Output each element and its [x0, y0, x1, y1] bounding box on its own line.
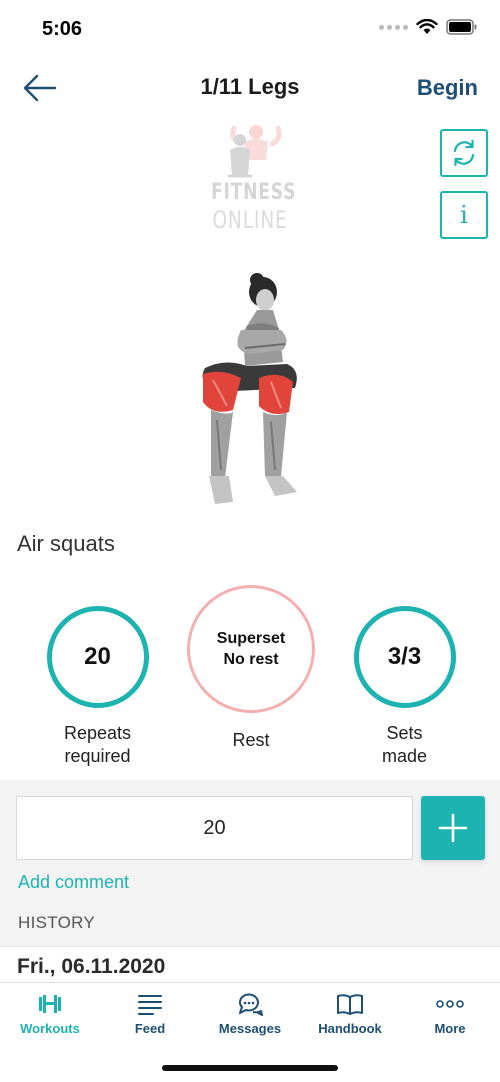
rest-label: Rest — [232, 730, 270, 750]
fitness-online-logo: FITNESS ONLINE — [200, 120, 300, 240]
signal-icon — [379, 24, 408, 30]
rest-value-line1: Superset — [216, 630, 286, 647]
refresh-icon — [453, 139, 475, 167]
status-bar: 5:06 — [0, 0, 500, 60]
repeats-label: Repeats required — [63, 723, 132, 766]
tab-handbook[interactable]: Handbook — [300, 991, 400, 1036]
sets-circle: 3/3 — [353, 606, 456, 708]
exercise-name: Air squats — [17, 531, 115, 556]
rest-value-line2: No rest — [223, 651, 279, 668]
status-icons — [379, 19, 478, 35]
feed-lines-icon — [138, 995, 162, 1015]
nav-header: 1/11 Legs Begin — [0, 60, 500, 116]
chat-bubbles-icon — [238, 993, 263, 1016]
reps-input[interactable] — [16, 796, 413, 860]
repeats-circle: 20 — [46, 606, 149, 708]
replace-exercise-button[interactable] — [440, 129, 488, 177]
tab-feed[interactable]: Feed — [100, 991, 200, 1036]
rest-stat: Superset No rest Rest — [186, 585, 316, 752]
history-date: Fri., 06.11.2020 — [17, 955, 166, 978]
status-time: 5:06 — [42, 18, 83, 40]
tab-workouts[interactable]: Workouts — [0, 991, 100, 1036]
tab-messages[interactable]: Messages — [200, 991, 300, 1036]
info-icon: i — [460, 201, 468, 229]
sets-value: 3/3 — [387, 643, 422, 670]
info-button[interactable]: i — [440, 191, 488, 239]
tab-more[interactable]: More — [400, 991, 500, 1036]
battery-icon — [446, 19, 477, 35]
wifi-icon — [416, 19, 438, 34]
repeats-value: 20 — [84, 643, 111, 670]
dumbbell-icon — [39, 995, 61, 1013]
begin-button[interactable]: Begin — [417, 75, 478, 101]
add-set-button[interactable] — [421, 796, 485, 860]
exercise-illustration — [202, 273, 297, 504]
sets-stat: 3/3 Sets made — [342, 606, 467, 768]
history-row[interactable]: Fri., 06.11.2020 — [0, 946, 500, 986]
add-comment-link[interactable]: Add comment — [18, 872, 129, 893]
sets-label: Sets made — [381, 723, 428, 766]
more-dots-icon — [436, 1000, 464, 1008]
repeats-stat: 20 Repeats required — [35, 606, 160, 768]
book-icon — [337, 994, 363, 1015]
home-indicator[interactable] — [162, 1065, 338, 1071]
plus-icon — [438, 813, 468, 843]
rest-circle: Superset No rest — [187, 585, 315, 713]
history-heading: HISTORY — [18, 913, 96, 932]
